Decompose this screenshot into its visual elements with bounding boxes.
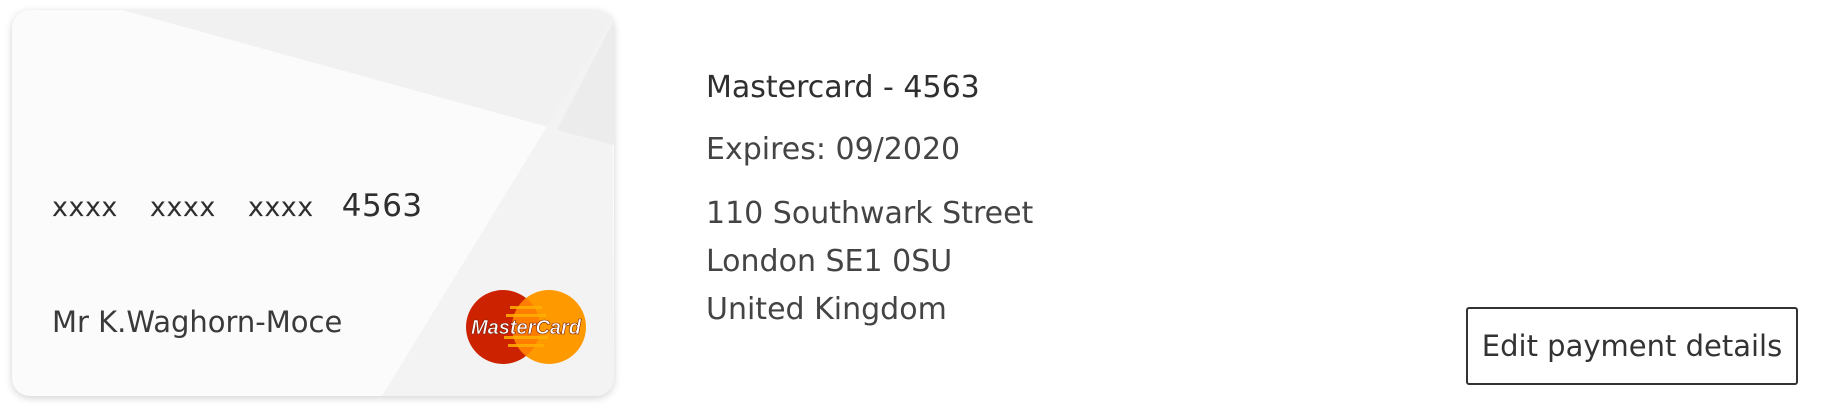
mastercard-logo-text: MasterCard <box>471 317 582 339</box>
card-number-group: xxxx <box>247 192 314 223</box>
masked-card-number: xxxx xxxx xxxx 4563 <box>52 188 423 224</box>
card-number-group: xxxx <box>149 192 216 223</box>
edit-payment-details-button[interactable]: Edit payment details <box>1466 307 1798 385</box>
mastercard-logo-icon: MasterCard <box>466 290 586 364</box>
card-title: Mastercard - 4563 <box>706 70 980 105</box>
card-last-four: 4563 <box>341 188 423 224</box>
address-line: 110 Southwark Street <box>706 196 1034 231</box>
address-line: London SE1 0SU <box>706 244 953 279</box>
payment-details: Mastercard - 4563 Expires: 09/2020 110 S… <box>706 66 1033 334</box>
address-line: United Kingdom <box>706 292 947 327</box>
card-number-group: xxxx <box>52 192 118 223</box>
billing-address: 110 Southwark Street London SE1 0SU Unit… <box>706 190 1033 334</box>
card-expiry: Expires: 09/2020 <box>706 132 961 167</box>
cardholder-name: Mr K.Waghorn-Moce <box>52 305 343 339</box>
payment-card: xxxx xxxx xxxx 4563 Mr K.Waghorn-Moce Ma… <box>12 10 614 396</box>
